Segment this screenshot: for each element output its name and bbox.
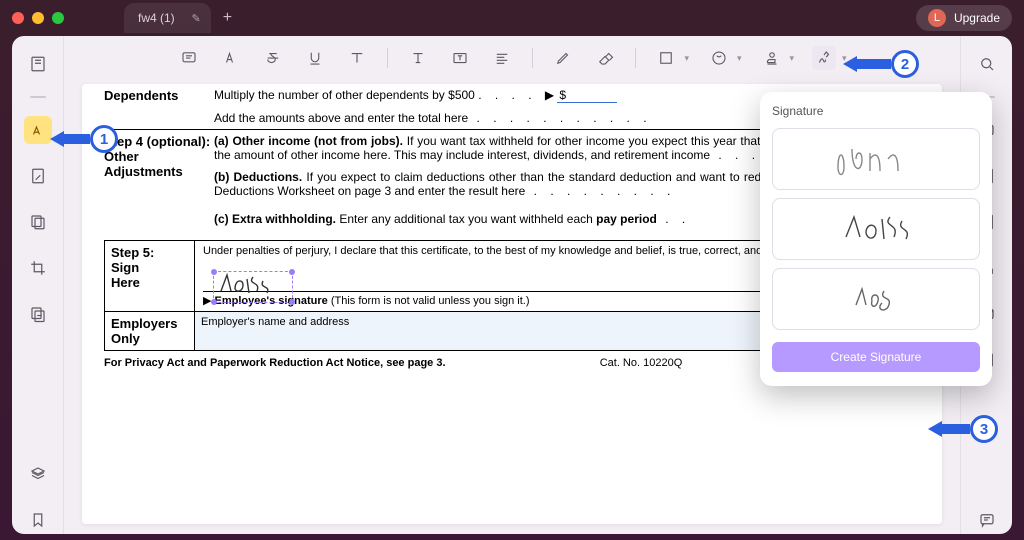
create-signature-button[interactable]: Create Signature — [772, 342, 980, 372]
annotate-tool-icon[interactable] — [24, 116, 52, 144]
comments-icon[interactable] — [973, 506, 1001, 534]
redact-icon[interactable] — [24, 300, 52, 328]
left-sidebar — [12, 36, 64, 534]
eraser-tool-icon[interactable] — [593, 46, 617, 70]
align-tool-icon[interactable] — [490, 46, 514, 70]
close-window-icon[interactable] — [12, 12, 24, 24]
chevron-down-icon[interactable]: ▾ — [684, 53, 689, 64]
maximize-window-icon[interactable] — [52, 12, 64, 24]
signature-option-3[interactable] — [772, 268, 980, 330]
minimize-window-icon[interactable] — [32, 12, 44, 24]
avatar: L — [928, 9, 946, 27]
text-tool-icon[interactable] — [406, 46, 430, 70]
divider — [30, 96, 46, 98]
signature-option-1[interactable] — [772, 128, 980, 190]
erase-tool-icon[interactable] — [707, 46, 731, 70]
signature-option-2[interactable] — [772, 198, 980, 260]
textbox-tool-icon[interactable] — [448, 46, 472, 70]
signature-popover: Signature Create Signature — [760, 92, 992, 386]
window-controls — [12, 12, 64, 24]
chevron-down-icon[interactable]: ▾ — [790, 53, 795, 64]
note-tool-icon[interactable] — [177, 46, 201, 70]
thumbnails-icon[interactable] — [24, 50, 52, 78]
tab-title: fw4 (1) — [138, 11, 175, 25]
stamp-tool-icon[interactable] — [760, 46, 784, 70]
placed-signature[interactable] — [217, 269, 287, 299]
employer-name-field[interactable]: Employer's name and address — [195, 312, 799, 350]
search-icon[interactable] — [973, 50, 1001, 78]
app-panel: ▾ ▾ ▾ ▾ Dependents Multiply the number o… — [12, 36, 1012, 534]
annotation-toolbar: ▾ ▾ ▾ ▾ — [64, 36, 960, 80]
text-insert-tool-icon[interactable] — [345, 46, 369, 70]
crop-icon[interactable] — [24, 254, 52, 282]
edit-page-icon[interactable] — [24, 162, 52, 190]
page-manager-icon[interactable] — [24, 208, 52, 236]
pencil-tool-icon[interactable] — [551, 46, 575, 70]
titlebar: fw4 (1) ✎ + L Upgrade — [0, 0, 1024, 36]
new-tab-button[interactable]: + — [223, 9, 232, 27]
chevron-down-icon[interactable]: ▾ — [842, 53, 847, 64]
step4-label: Step 4 (optional): Other Adjustments — [104, 134, 214, 226]
underline-tool-icon[interactable] — [303, 46, 327, 70]
shape-tool-icon[interactable] — [654, 46, 678, 70]
signature-tool-icon[interactable] — [812, 46, 836, 70]
dollar-field[interactable]: $ — [557, 88, 617, 103]
document-tab[interactable]: fw4 (1) ✎ — [124, 3, 211, 33]
step5-title: Step 5: — [111, 245, 188, 260]
dependents-label: Dependents — [104, 88, 214, 125]
layers-icon[interactable] — [24, 460, 52, 488]
upgrade-label: Upgrade — [954, 11, 1000, 25]
rename-tab-icon[interactable]: ✎ — [191, 12, 200, 25]
highlight-tool-icon[interactable] — [219, 46, 243, 70]
bookmark-icon[interactable] — [24, 506, 52, 534]
strike-tool-icon[interactable] — [261, 46, 285, 70]
popover-title: Signature — [772, 104, 980, 118]
upgrade-button[interactable]: L Upgrade — [916, 5, 1012, 31]
chevron-down-icon[interactable]: ▾ — [737, 53, 742, 64]
